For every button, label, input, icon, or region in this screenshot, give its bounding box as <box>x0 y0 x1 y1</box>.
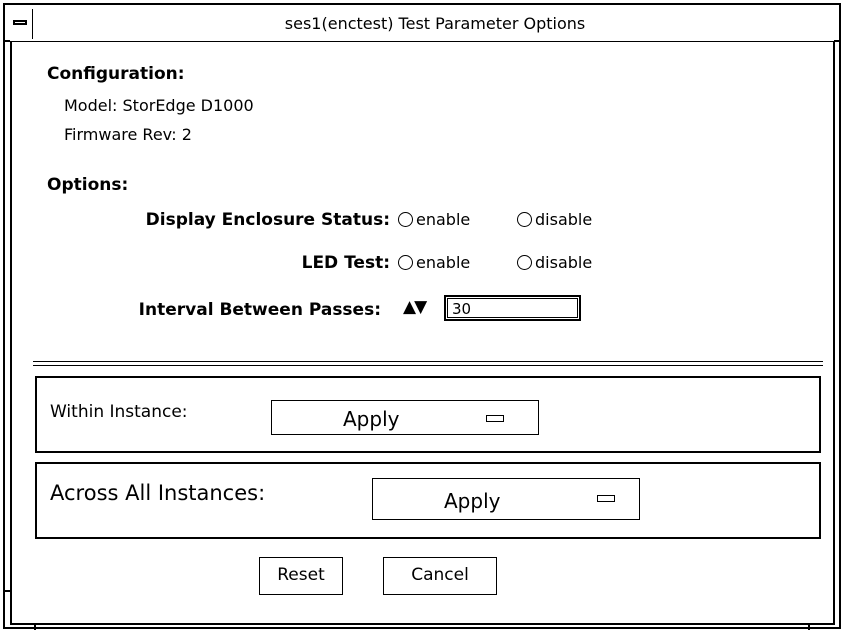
radio-label: disable <box>535 210 593 229</box>
within-instance-apply-button[interactable]: Apply <box>271 400 539 435</box>
separator <box>33 361 823 362</box>
interval-input[interactable]: 30 <box>444 295 581 321</box>
frame-notch <box>3 40 10 42</box>
window-menu-icon <box>13 20 27 25</box>
apply-label: Apply <box>343 407 400 431</box>
radio-label: enable <box>416 253 471 272</box>
radio-label: enable <box>416 210 471 229</box>
window-title: ses1(enctest) Test Parameter Options <box>284 14 586 33</box>
radio-label: disable <box>535 253 593 272</box>
display-enclosure-status-label: Display Enclosure Status: <box>145 210 390 230</box>
window-menu-button[interactable] <box>9 9 33 39</box>
reset-button[interactable]: Reset <box>259 557 343 595</box>
within-instance-label: Within Instance: <box>50 402 188 422</box>
firmware-text: Firmware Rev: 2 <box>64 125 192 144</box>
across-instances-label: Across All Instances: <box>50 481 266 505</box>
apply-label: Apply <box>444 489 501 513</box>
model-text: Model: StorEdge D1000 <box>64 96 254 115</box>
led-test-enable-radio[interactable]: enable <box>398 253 470 272</box>
frame-notch <box>34 624 36 630</box>
menu-button-icon <box>486 415 504 422</box>
interval-label: Interval Between Passes: <box>138 300 381 320</box>
configuration-heading: Configuration: <box>47 64 185 84</box>
frame-notch <box>834 40 841 42</box>
separator <box>33 365 823 366</box>
interval-stepper-arrows-icon[interactable]: ▲▼ <box>403 297 427 317</box>
menu-button-icon <box>597 495 615 502</box>
radio-circle-icon <box>517 255 532 270</box>
radio-circle-icon <box>517 212 532 227</box>
across-instances-apply-button[interactable]: Apply <box>372 478 640 520</box>
cancel-button[interactable]: Cancel <box>383 557 497 595</box>
led-test-disable-radio[interactable]: disable <box>517 253 592 272</box>
frame-notch <box>3 590 11 592</box>
led-test-label: LED Test: <box>301 253 390 273</box>
display-enclosure-enable-radio[interactable]: enable <box>398 210 470 229</box>
display-enclosure-disable-radio[interactable]: disable <box>517 210 592 229</box>
interval-value: 30 <box>452 300 472 318</box>
radio-circle-icon <box>398 212 413 227</box>
frame-notch <box>808 624 810 630</box>
options-heading: Options: <box>47 175 129 195</box>
radio-circle-icon <box>398 255 413 270</box>
